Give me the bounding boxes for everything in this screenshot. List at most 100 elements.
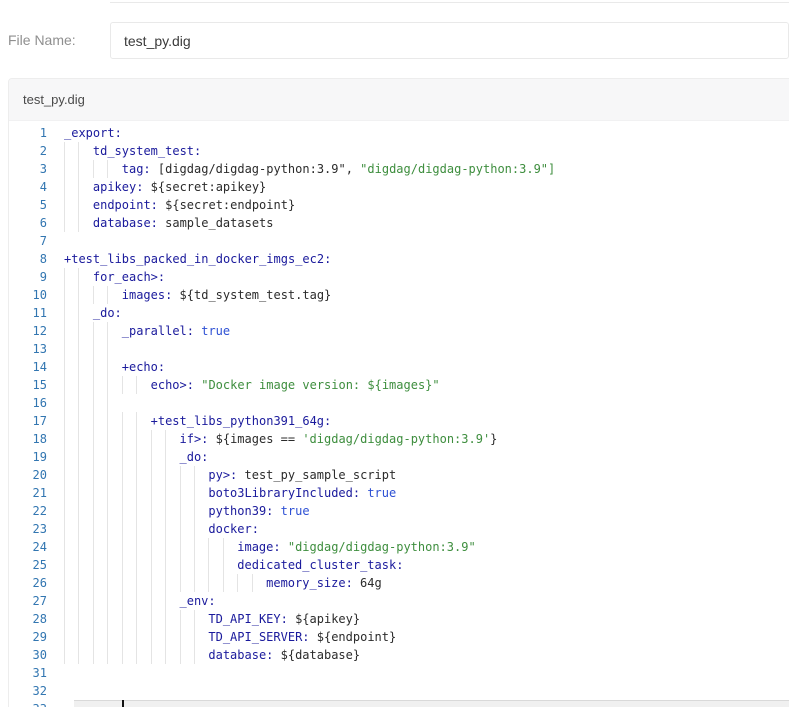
- indent-guide: [64, 430, 78, 448]
- indent-guide: [237, 574, 251, 592]
- code-line[interactable]: 26memory_size: 64g: [9, 574, 789, 592]
- code-line[interactable]: 20py>: test_py_sample_script: [9, 466, 789, 484]
- code-line[interactable]: 33: [9, 700, 789, 707]
- code-line-content: database: sample_datasets: [64, 214, 789, 232]
- indent-guide: [136, 520, 150, 538]
- indent-guide: [180, 574, 194, 592]
- token-key: _export:: [64, 126, 122, 140]
- indent-guide: [165, 520, 179, 538]
- code-line[interactable]: 9for_each>:: [9, 268, 789, 286]
- indent-guide: [64, 160, 78, 178]
- indent-guide: [180, 556, 194, 574]
- indent-guide: [136, 646, 150, 664]
- indent-guide: [208, 556, 222, 574]
- line-number: 16: [9, 394, 47, 412]
- code-line[interactable]: 6database: sample_datasets: [9, 214, 789, 232]
- token-string: "digdag/digdag-python:3.9"]: [360, 162, 555, 176]
- indent-guide: [93, 574, 107, 592]
- token-plain: ${apikey}: [288, 612, 360, 626]
- token-key: endpoint:: [93, 198, 158, 212]
- indent-guide: [93, 466, 107, 484]
- token-key: if>:: [180, 432, 209, 446]
- code-line-content: [64, 232, 789, 250]
- indent-guide: [78, 592, 92, 610]
- code-line[interactable]: 16: [9, 394, 789, 412]
- code-line[interactable]: 25dedicated_cluster_task:: [9, 556, 789, 574]
- indent-guide: [165, 646, 179, 664]
- code-editor[interactable]: 1 _export: 2td_system_test:3tag: [digdag/d…: [9, 121, 789, 707]
- code-line[interactable]: 8+test_libs_packed_in_docker_imgs_ec2:: [9, 250, 789, 268]
- indent-guide: [93, 592, 107, 610]
- code-line[interactable]: 12_parallel: true: [9, 322, 789, 340]
- token-key: TD_API_SERVER:: [208, 630, 309, 644]
- code-line[interactable]: 28TD_API_KEY: ${apikey}: [9, 610, 789, 628]
- code-line[interactable]: 31: [9, 664, 789, 682]
- top-divider: [110, 2, 789, 3]
- code-line[interactable]: 17+test_libs_python391_64g:: [9, 412, 789, 430]
- editor-header: test_py.dig: [9, 79, 789, 121]
- indent-guide: [78, 430, 92, 448]
- line-number: 24: [9, 538, 47, 556]
- line-number: 1: [9, 124, 47, 142]
- code-line[interactable]: 11_do:: [9, 304, 789, 322]
- code-line[interactable]: 22python39: true: [9, 502, 789, 520]
- code-line[interactable]: 24image: "digdag/digdag-python:3.9": [9, 538, 789, 556]
- code-line[interactable]: 15echo>: "Docker image version: ${images…: [9, 376, 789, 394]
- code-line[interactable]: 27_env:: [9, 592, 789, 610]
- indent-guide: [64, 448, 78, 466]
- token-key: py>:: [208, 468, 237, 482]
- token-key: apikey:: [93, 180, 144, 194]
- indent-guide: [122, 646, 136, 664]
- code-line[interactable]: 30database: ${database}: [9, 646, 789, 664]
- indent-guide: [136, 628, 150, 646]
- indent-guide: [78, 448, 92, 466]
- code-line[interactable]: 2td_system_test:: [9, 142, 789, 160]
- indent-guide: [78, 340, 92, 358]
- code-line[interactable]: 21boto3LibraryIncluded: true: [9, 484, 789, 502]
- code-line[interactable]: 14+echo:: [9, 358, 789, 376]
- line-number: 28: [9, 610, 47, 628]
- code-line-content: _do:: [64, 304, 789, 322]
- indent-guide: [136, 466, 150, 484]
- indent-guide: [136, 376, 150, 394]
- indent-guide: [78, 196, 92, 214]
- horizontal-scrollbar[interactable]: [74, 700, 789, 707]
- token-plain: [digdag/digdag-python:3.9",: [151, 162, 361, 176]
- indent-guide: [122, 448, 136, 466]
- token-string: "Docker image version: ${images}": [201, 378, 439, 392]
- code-line[interactable]: 32: [9, 682, 789, 700]
- code-line[interactable]: 4apikey: ${secret:apikey}: [9, 178, 789, 196]
- indent-guide: [78, 520, 92, 538]
- file-name-input[interactable]: [110, 22, 789, 59]
- indent-guide: [107, 322, 121, 340]
- code-line-content: +test_libs_packed_in_docker_imgs_ec2:: [64, 250, 789, 268]
- indent-guide: [194, 538, 208, 556]
- line-number: 30: [9, 646, 47, 664]
- token-key: python39:: [208, 504, 273, 518]
- line-number: 15: [9, 376, 47, 394]
- indent-guide: [136, 430, 150, 448]
- indent-guide: [64, 538, 78, 556]
- code-line-content: py>: test_py_sample_script: [64, 466, 789, 484]
- code-line[interactable]: 13: [9, 340, 789, 358]
- code-line-content: images: ${td_system_test.tag}: [64, 286, 789, 304]
- indent-guide: [64, 394, 78, 412]
- code-line[interactable]: 29TD_API_SERVER: ${endpoint}: [9, 628, 789, 646]
- code-line[interactable]: 23docker:: [9, 520, 789, 538]
- code-line[interactable]: 1 _export:: [9, 124, 789, 142]
- code-line[interactable]: 5endpoint: ${secret:endpoint}: [9, 196, 789, 214]
- code-line[interactable]: 19_do:: [9, 448, 789, 466]
- indent-guide: [78, 304, 92, 322]
- indent-guide: [107, 538, 121, 556]
- code-line[interactable]: 3tag: [digdag/digdag-python:3.9", "digda…: [9, 160, 789, 178]
- indent-guide: [136, 502, 150, 520]
- indent-guide: [107, 430, 121, 448]
- indent-guide: [151, 592, 165, 610]
- indent-guide: [64, 304, 78, 322]
- code-line[interactable]: 7: [9, 232, 789, 250]
- indent-guide: [136, 556, 150, 574]
- code-line[interactable]: 10images: ${td_system_test.tag}: [9, 286, 789, 304]
- token-atom: true: [281, 504, 310, 518]
- indent-guide: [151, 448, 165, 466]
- code-line[interactable]: 18if>: ${images == 'digdag/digdag-python…: [9, 430, 789, 448]
